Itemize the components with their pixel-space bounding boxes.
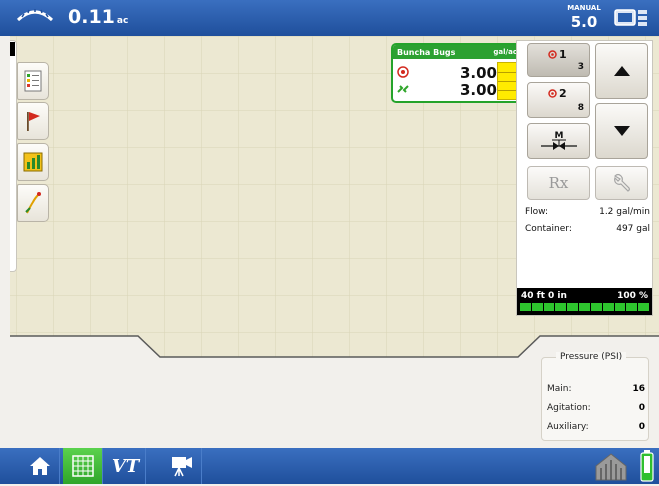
gate-icon: [595, 453, 627, 481]
manual-valve-button[interactable]: M: [527, 123, 590, 159]
swath-sections: [520, 303, 649, 311]
container-row: Container: 497 gal: [525, 224, 650, 234]
section-icon: [548, 50, 557, 59]
target-rate-icon: [397, 66, 409, 78]
pressure-auxiliary-row: Auxiliary: 0: [547, 422, 645, 432]
manual-valve-icon: M: [540, 131, 577, 150]
pressure-panel: Pressure (PSI) Main: 16 Agitation: 0 Auxil…: [541, 352, 649, 441]
area-readout: 0.11 ac: [68, 6, 129, 28]
actual-rate-value: 3.00: [459, 81, 497, 99]
map-grid-icon: [71, 455, 94, 477]
settings-wrench-button[interactable]: [595, 166, 648, 200]
flow-label: Flow:: [525, 207, 549, 217]
legend-tab[interactable]: [17, 62, 49, 100]
section-1-button[interactable]: 1 3: [527, 43, 590, 77]
target-rate-row: 3.00: [397, 64, 497, 82]
product-unit: gal/ac: [493, 48, 517, 56]
rx-icon: Rx: [548, 174, 569, 192]
odometer-icon: [16, 9, 54, 22]
swath-width: 40 ft 0 in: [521, 291, 567, 301]
display-device-icon[interactable]: [614, 8, 648, 28]
battery-status: [640, 450, 654, 486]
bar-chart-icon: [23, 152, 43, 172]
camera-button[interactable]: [162, 448, 202, 484]
product-name: Buncha Bugs: [397, 47, 456, 57]
actual-rate-row: 3.00: [397, 81, 497, 99]
product-header: Buncha Bugs gal/ac: [393, 45, 521, 59]
virtual-terminal-button[interactable]: VT: [106, 448, 146, 484]
map-view-button[interactable]: [63, 448, 103, 484]
rate-down-button[interactable]: [595, 103, 648, 159]
product-rate-card[interactable]: Buncha Bugs gal/ac 3.00 3.00: [391, 43, 523, 103]
rail-marker: [10, 42, 15, 56]
side-tab-rail: [10, 40, 17, 272]
swath-percent: 100 %: [617, 291, 648, 301]
battery-icon: [640, 450, 654, 482]
legend-icon: [24, 70, 42, 92]
flow-value: 1.2 gal/min: [599, 207, 650, 217]
flag-tab[interactable]: [17, 102, 49, 140]
home-icon: [29, 457, 50, 475]
pressure-title: Pressure (PSI): [556, 352, 627, 362]
gate-button[interactable]: [594, 452, 628, 486]
wrench-icon: [613, 173, 630, 192]
arrow-down-icon: [613, 126, 630, 136]
guidance-tab[interactable]: [17, 184, 49, 222]
actual-rate-icon: [397, 85, 409, 93]
container-value: 497 gal: [616, 224, 650, 234]
arrow-up-icon: [613, 66, 630, 76]
camera-icon: [171, 457, 192, 477]
rate-up-button[interactable]: [595, 43, 648, 99]
rx-prescription-button[interactable]: Rx: [527, 166, 590, 200]
bottom-toolbar: VT: [0, 448, 659, 484]
section-icon: [548, 89, 557, 98]
flow-row: Flow: 1.2 gal/min: [525, 207, 650, 217]
rate-level-bar: [497, 62, 517, 100]
control-panel: 1 3 2 8 M Rx Flow: 1.2 gal/min Container…: [516, 40, 653, 316]
container-label: Container:: [525, 224, 572, 234]
target-rate-value: 3.00: [459, 64, 497, 82]
pressure-main-row: Main: 16: [547, 384, 645, 394]
swath-status: 40 ft 0 in 100 %: [517, 288, 652, 315]
flag-icon: [27, 112, 40, 131]
pressure-agitation-row: Agitation: 0: [547, 403, 645, 413]
section-2-button[interactable]: 2 8: [527, 82, 590, 118]
top-status-bar: 0.11ac MANUAL 5.0 mph: [0, 0, 659, 48]
vt-icon: VT: [111, 455, 140, 477]
home-button[interactable]: [20, 448, 60, 484]
guidance-icon: [25, 192, 41, 214]
summary-tab[interactable]: [17, 143, 49, 181]
